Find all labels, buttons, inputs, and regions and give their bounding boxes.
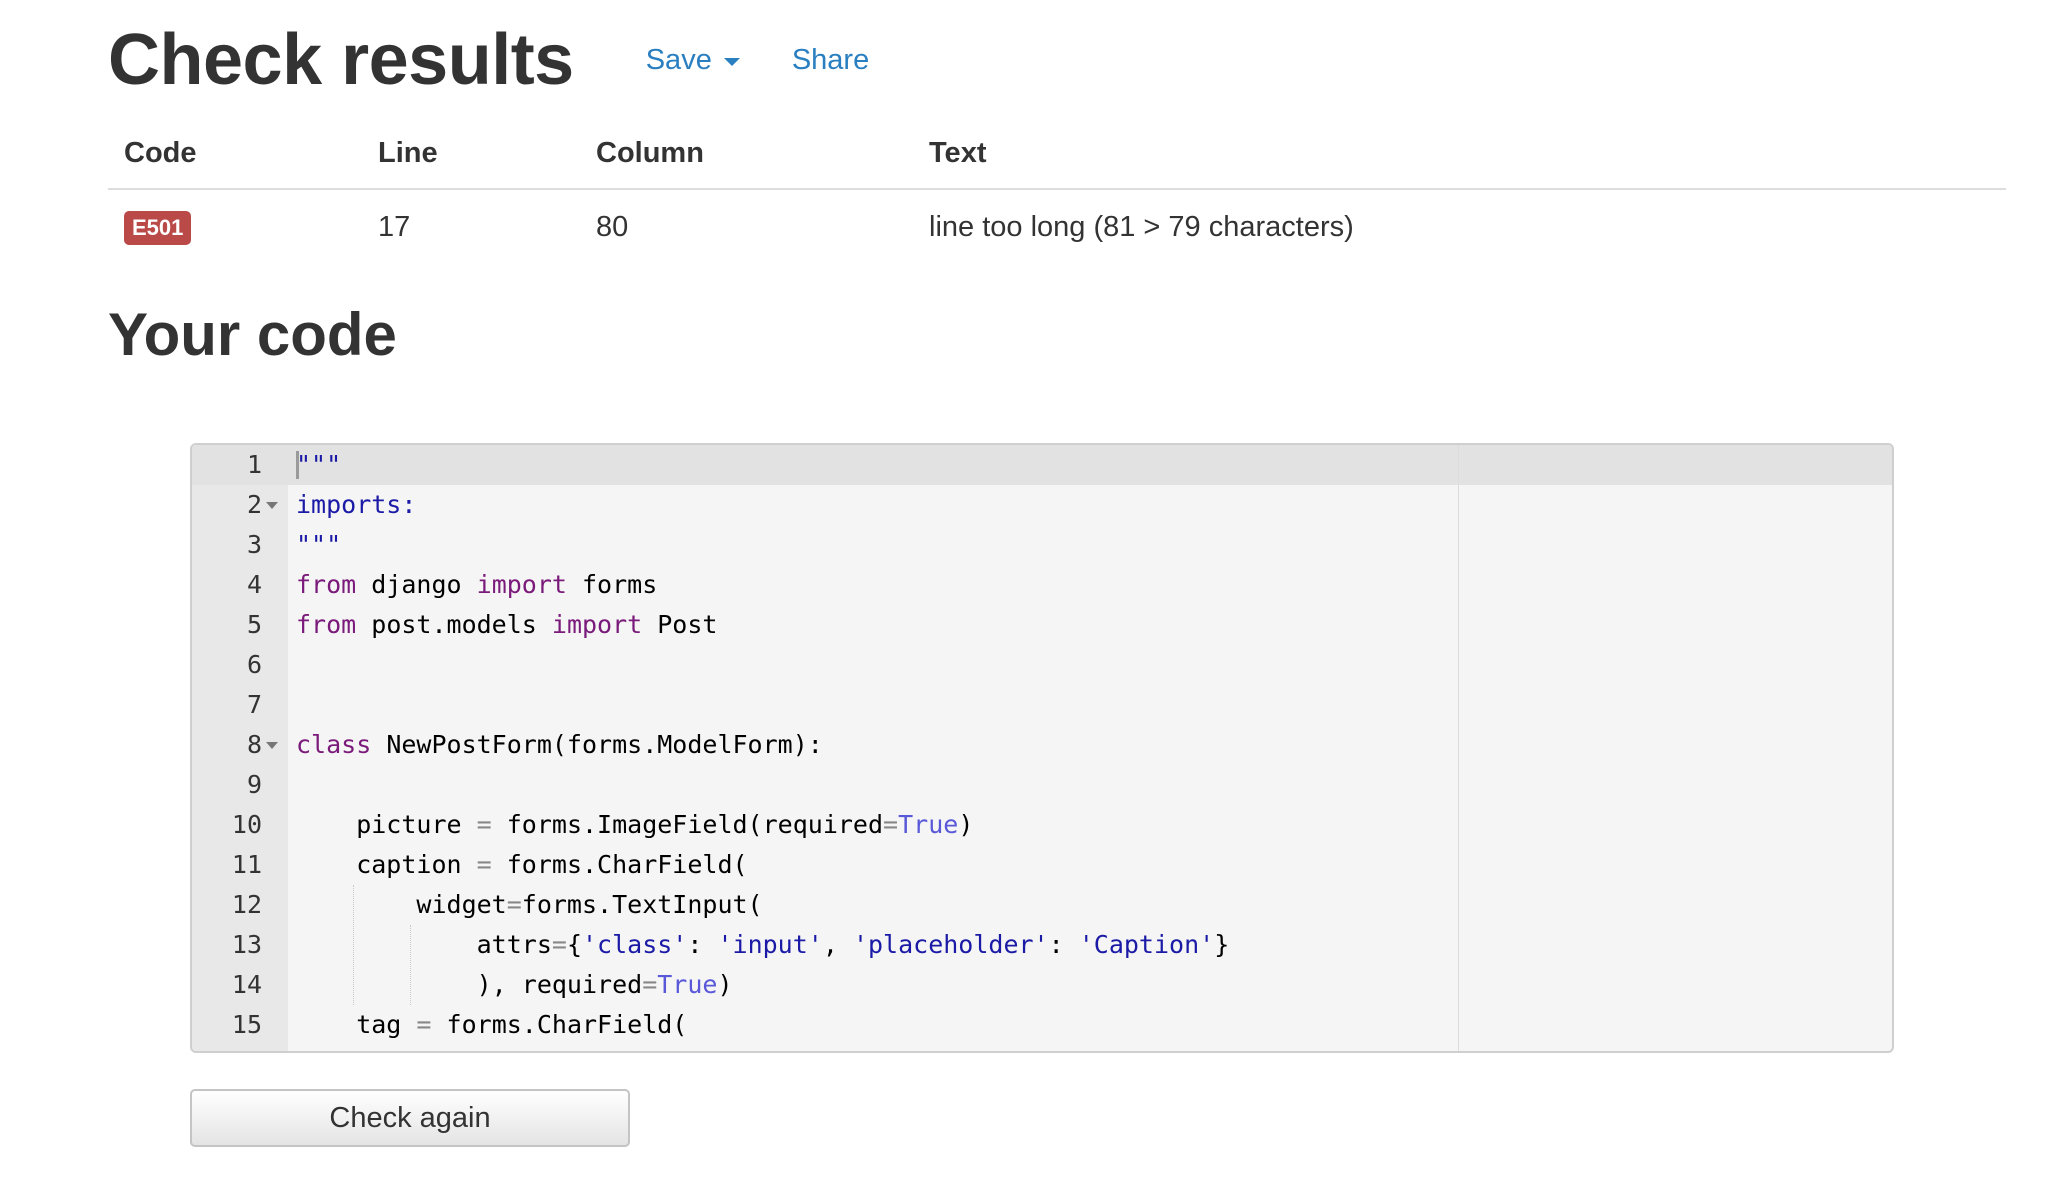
- line-number: 8: [246, 730, 262, 759]
- line-number: 1: [246, 450, 262, 479]
- result-text-cell: line too long (81 > 79 characters): [929, 210, 1354, 243]
- result-code-cell: E501: [108, 189, 362, 264]
- line-number: 13: [231, 930, 262, 959]
- column-header-text: Text: [913, 118, 2006, 190]
- caret-down-icon: [723, 57, 740, 66]
- code-text: from post.models import Post: [296, 610, 718, 639]
- code-line: 13 attrs={'class': 'input', 'placeholder…: [192, 925, 1892, 965]
- save-dropdown[interactable]: Save: [646, 44, 740, 77]
- line-number: 12: [231, 890, 262, 919]
- fold-arrow-icon[interactable]: [266, 502, 278, 509]
- line-number: 9: [246, 770, 262, 799]
- code-line: 11 caption = forms.CharField(: [192, 845, 1892, 885]
- code-text: class NewPostForm(forms.ModelForm):: [296, 730, 823, 759]
- code-text: caption = forms.CharField(: [296, 850, 748, 879]
- results-table: Code Line Column Text E501 17 80 line to…: [108, 118, 2006, 264]
- column-header-line: Line: [362, 118, 580, 190]
- code-line: 14 ), required=True): [192, 965, 1892, 1005]
- line-number: 2: [246, 490, 262, 519]
- code-text: ), required=True): [296, 970, 733, 999]
- code-line: 1 """: [192, 445, 1892, 485]
- code-line: 3 """: [192, 525, 1892, 565]
- column-header-column: Column: [580, 118, 913, 190]
- code-text: imports:: [296, 490, 417, 519]
- page-title: Check results: [108, 20, 574, 100]
- code-line: 8 class NewPostForm(forms.ModelForm):: [192, 725, 1892, 765]
- line-number: 3: [246, 530, 262, 559]
- line-number: 14: [231, 970, 262, 999]
- code-line: 12 widget=forms.TextInput(: [192, 885, 1892, 925]
- code-line: 15 tag = forms.CharField(: [192, 1005, 1892, 1045]
- code-text: widget=forms.TextInput(: [296, 890, 763, 919]
- code-line: 6: [192, 645, 1892, 685]
- line-number: 7: [246, 690, 262, 719]
- page: Check results Save Share Code Line Colum…: [0, 0, 2070, 1178]
- result-line-cell: 17: [378, 210, 411, 243]
- table-row: E501 17 80 line too long (81 > 79 charac…: [108, 189, 2006, 264]
- fold-arrow-icon[interactable]: [266, 742, 278, 749]
- line-number: 4: [246, 570, 262, 599]
- code-text: """: [296, 450, 342, 479]
- result-column-cell: 80: [596, 210, 629, 243]
- code-line: 10 picture = forms.ImageField(required=T…: [192, 805, 1892, 845]
- line-number: 10: [231, 810, 262, 839]
- code-text: """: [296, 530, 342, 559]
- code-line: 5 from post.models import Post: [192, 605, 1892, 645]
- check-again-button[interactable]: Check again: [190, 1089, 630, 1147]
- code-line: 7: [192, 685, 1892, 725]
- code-text: attrs={'class': 'input', 'placeholder': …: [296, 930, 1230, 959]
- line-number: 11: [231, 850, 262, 879]
- code-line: 2 imports:: [192, 485, 1892, 525]
- code-text: tag = forms.CharField(: [296, 1010, 688, 1039]
- code-line: 4 from django import forms: [192, 565, 1892, 605]
- code-editor[interactable]: 1 """ 2 imports: 3 """ 4 from django imp…: [190, 443, 1894, 1053]
- results-header-row: Code Line Column Text: [108, 118, 2006, 190]
- share-link[interactable]: Share: [792, 44, 869, 77]
- code-lines: 1 """ 2 imports: 3 """ 4 from django imp…: [192, 445, 1892, 1045]
- line-number: 15: [231, 1010, 262, 1039]
- line-number: 6: [246, 650, 262, 679]
- section-title-your-code: Your code: [108, 301, 397, 368]
- code-line: 9: [192, 765, 1892, 805]
- line-number: 5: [246, 610, 262, 639]
- code-text: picture = forms.ImageField(required=True…: [296, 810, 974, 839]
- error-code-badge: E501: [124, 210, 192, 245]
- save-label: Save: [645, 43, 712, 76]
- header: Check results Save Share: [108, 10, 869, 110]
- column-header-code: Code: [108, 118, 362, 190]
- code-text: from django import forms: [296, 570, 658, 599]
